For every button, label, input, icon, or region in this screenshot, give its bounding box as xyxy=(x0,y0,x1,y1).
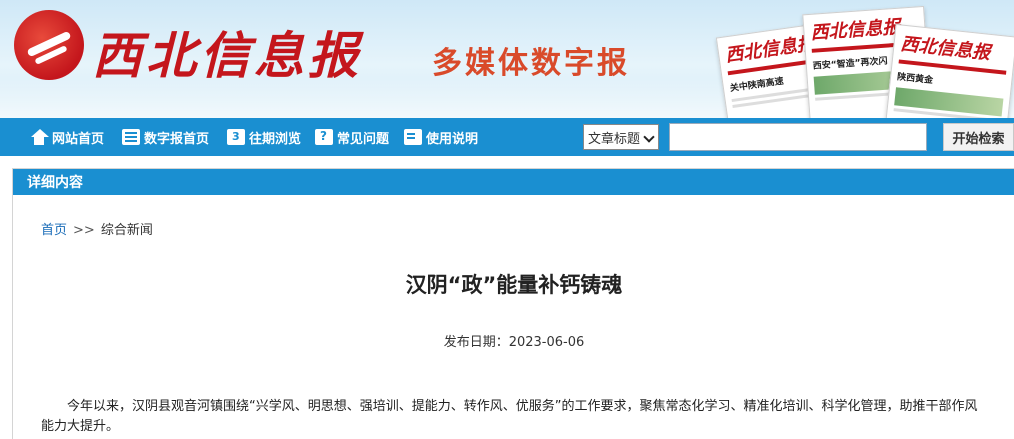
header-banner: 西北信息报 多媒体数字报 西北信息报 关中陕南高速 西北信息报 西安“智造”再次… xyxy=(0,0,1014,118)
newspaper-logo-icon xyxy=(14,10,84,80)
article-body: 今年以来，汉阴县观音河镇围绕“兴学风、明思想、强培训、提能力、转作风、优服务”的… xyxy=(41,399,978,434)
nav-archive[interactable]: 往期浏览 xyxy=(227,118,301,156)
breadcrumb-separator: >> xyxy=(73,223,95,238)
chevron-down-icon xyxy=(643,131,655,143)
panel-heading: 详细内容 xyxy=(13,169,1014,195)
paper-name: 西北信息报 xyxy=(92,26,362,85)
search-button[interactable]: 开始检索 xyxy=(943,123,1014,151)
nav-help[interactable]: 使用说明 xyxy=(404,118,478,156)
nav-digital-home[interactable]: 数字报首页 xyxy=(122,118,209,156)
search-field-select[interactable]: 文章标题 xyxy=(583,124,659,150)
breadcrumb-section-link[interactable]: 综合新闻 xyxy=(101,223,153,238)
detail-panel: 详细内容 首页 >> 综合新闻 汉阴“政”能量补钙铸魂 发布日期：2023-06-0… xyxy=(12,168,1014,439)
breadcrumb-home-link[interactable]: 首页 xyxy=(41,223,67,238)
nav-home-label: 网站首页 xyxy=(52,131,105,147)
nav-faq-label: 常见问题 xyxy=(337,131,390,147)
publish-date: 发布日期：2023-06-06 xyxy=(443,335,585,350)
breadcrumb: 首页 >> 综合新闻 xyxy=(41,219,153,238)
newspaper-thumbnail: 西北信息报 陕西黄金 xyxy=(885,23,1014,118)
article-title: 汉阴“政”能量补钙铸魂 xyxy=(405,273,623,297)
paper-subtitle: 多媒体数字报 xyxy=(432,46,630,81)
newspaper-icon xyxy=(122,129,140,145)
nav-digital-home-label: 数字报首页 xyxy=(144,131,210,147)
question-icon xyxy=(315,129,333,145)
search-input[interactable] xyxy=(669,123,927,151)
document-icon xyxy=(404,129,422,145)
nav-home[interactable]: 网站首页 xyxy=(30,118,104,156)
calendar-icon xyxy=(227,129,245,145)
home-icon xyxy=(30,129,49,145)
nav-archive-label: 往期浏览 xyxy=(249,131,302,147)
search-field-value: 文章标题 xyxy=(588,131,641,147)
nav-help-label: 使用说明 xyxy=(426,131,479,147)
nav-faq[interactable]: 常见问题 xyxy=(315,118,389,156)
